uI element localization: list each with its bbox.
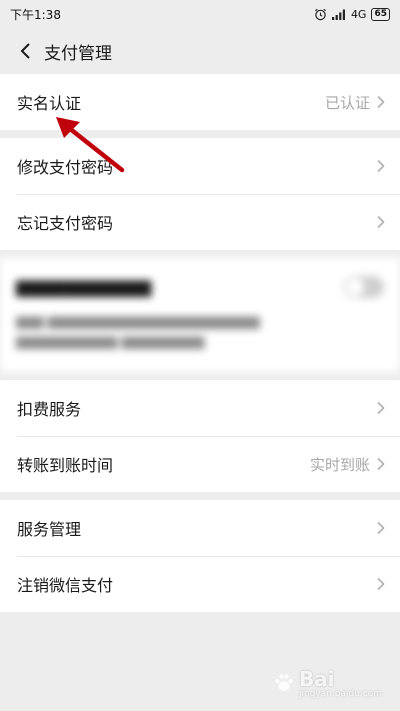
status-time: 下午1:38 [10,7,61,22]
network-type: 4G [350,7,367,21]
chevron-right-icon [377,521,385,535]
row-right: 实时到账 [310,454,386,475]
group-services: 扣费服务 转账到账时间 实时到账 [0,380,400,492]
blurred-toggle [344,276,384,298]
alarm-icon [314,8,326,20]
chevron-right-icon [377,401,385,415]
watermark-text: Bai jingyan.baidu.com [299,667,382,699]
row-transfer-time[interactable]: 转账到账时间 实时到账 [0,436,400,492]
paw-icon [275,674,293,691]
row-deduction-service[interactable]: 扣费服务 [0,380,400,436]
row-label: 注销微信支付 [17,576,114,595]
chevron-right-icon [377,215,385,229]
back-button[interactable] [14,40,36,62]
watermark-brand: Bai [298,667,335,691]
status-bar: 下午1:38 4G 65 [0,0,400,28]
row-right [376,401,386,415]
group-manage: 服务管理 注销微信支付 [0,500,400,612]
chevron-right-icon [377,457,385,471]
row-right [376,159,386,173]
battery-icon: 65 [371,7,390,21]
chevron-right-icon [377,95,385,109]
chevron-right-icon [377,577,385,591]
signal-icon [331,9,345,20]
row-right [376,215,386,229]
row-right: 已认证 [325,92,386,113]
blurred-title: ▇▇▇▇▇▇▇▇▇▇▇ [16,277,152,297]
page-title: 支付管理 [44,43,112,64]
row-right [376,577,386,591]
row-cancel-wechat-pay[interactable]: 注销微信支付 [0,556,400,612]
row-value: 已认证 [324,93,370,112]
blurred-setting-section: ▇▇▇▇▇▇▇▇▇▇▇ ▇▇▇ ▇▇▇▇▇▇▇▇▇▇▇▇▇▇▇▇▇▇▇▇▇▇▇ ▇… [0,258,400,372]
row-label: 扣费服务 [17,400,82,419]
blurred-description: ▇▇▇ ▇▇▇▇▇▇▇▇▇▇▇▇▇▇▇▇▇▇▇▇▇▇▇ ▇▇▇▇▇▇▇▇▇▇▇ ▇… [16,315,260,349]
baidu-watermark: Bai jingyan.baidu.com [273,667,382,699]
battery-level: 65 [374,8,387,19]
row-label: 转账到账时间 [17,456,114,475]
blurred-row: ▇▇▇▇▇▇▇▇▇▇▇ [16,276,384,298]
row-label: 服务管理 [17,520,82,539]
status-icons: 4G 65 [314,7,390,21]
chevron-left-icon [20,43,30,59]
annotation-arrow-icon [56,117,125,173]
chevron-right-icon [377,159,385,173]
row-label: 忘记支付密码 [17,214,114,233]
row-value: 实时到账 [309,455,370,474]
row-forgot-pay-password[interactable]: 忘记支付密码 [0,194,400,250]
row-service-management[interactable]: 服务管理 [0,500,400,556]
nav-bar: 支付管理 [0,28,400,74]
row-right [376,521,386,535]
watermark-sub: jingyan.baidu.com [298,689,382,699]
